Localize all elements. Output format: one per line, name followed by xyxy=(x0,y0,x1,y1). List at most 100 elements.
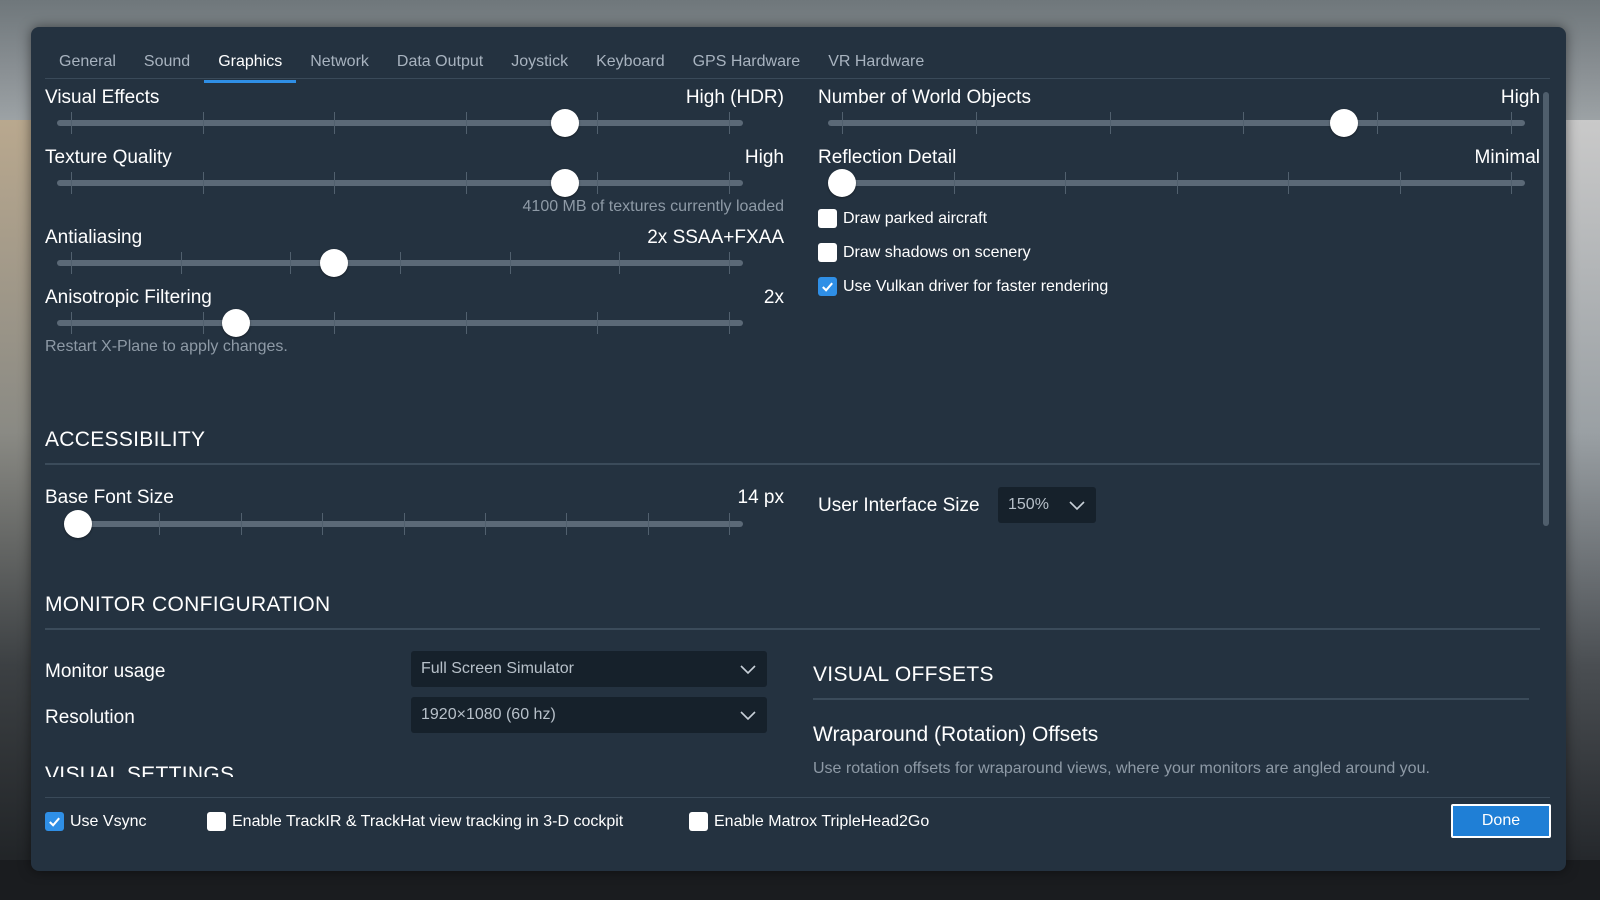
texture-quality-slider[interactable] xyxy=(57,169,743,197)
done-button[interactable]: Done xyxy=(1451,804,1551,838)
slider-tick xyxy=(465,112,467,134)
footer-divider xyxy=(45,797,1550,798)
slider-thumb[interactable] xyxy=(828,169,856,197)
trackir-checkbox[interactable]: Enable TrackIR & TrackHat view tracking … xyxy=(207,812,623,831)
visual-effects-slider[interactable] xyxy=(57,109,743,137)
slider-tick xyxy=(729,513,730,535)
wraparound-offsets-subheading: Wraparound (Rotation) Offsets xyxy=(813,723,1099,746)
slider-tick xyxy=(71,312,72,334)
scroll-content: Visual Effects High (HDR) Texture Qualit… xyxy=(31,27,1566,777)
slider-tick xyxy=(729,112,730,134)
slider-tick xyxy=(1065,172,1066,194)
anisotropic-filtering-slider[interactable] xyxy=(57,309,743,337)
visual-offsets-heading: VISUAL OFFSETS xyxy=(813,663,994,686)
slider-tick xyxy=(566,513,568,535)
reflection-detail-label: Reflection Detail xyxy=(818,147,957,168)
slider-tick xyxy=(334,172,336,194)
base-font-size-value: 14 px xyxy=(737,487,784,508)
slider-thumb[interactable] xyxy=(320,249,349,277)
slider-tick xyxy=(465,312,467,334)
vsync-label: Use Vsync xyxy=(70,812,147,830)
chevron-down-icon xyxy=(740,665,756,675)
background-scenery-right xyxy=(1560,120,1600,900)
slider-tick xyxy=(202,112,204,134)
resolution-value: 1920×1080 (60 hz) xyxy=(421,706,556,723)
checkbox-box[interactable] xyxy=(207,812,226,831)
draw-shadows-label: Draw shadows on scenery xyxy=(843,243,1031,261)
settings-dialog: General Sound Graphics Network Data Outp… xyxy=(31,27,1566,871)
world-objects-slider[interactable] xyxy=(828,109,1525,137)
slider-tick xyxy=(465,172,467,194)
scrollbar[interactable] xyxy=(1543,92,1549,526)
world-objects-label: Number of World Objects xyxy=(818,87,1031,108)
slider-tick xyxy=(71,112,72,134)
slider-tick xyxy=(202,312,204,334)
checkbox-box[interactable] xyxy=(818,209,837,228)
slider-track xyxy=(828,120,1525,126)
antialiasing-slider[interactable] xyxy=(57,249,743,277)
resolution-dropdown[interactable]: 1920×1080 (60 hz) xyxy=(411,697,767,733)
texture-memory-hint: 4100 MB of textures currently loaded xyxy=(522,198,784,215)
draw-shadows-checkbox[interactable]: Draw shadows on scenery xyxy=(818,243,1031,262)
slider-thumb[interactable] xyxy=(550,109,579,137)
slider-tick xyxy=(1399,172,1401,194)
slider-tick xyxy=(322,513,324,535)
draw-parked-aircraft-checkbox[interactable]: Draw parked aircraft xyxy=(818,209,987,228)
antialiasing-value: 2x SSAA+FXAA xyxy=(647,227,784,248)
slider-tick xyxy=(619,252,621,274)
monitor-divider xyxy=(45,628,1540,630)
matrox-label: Enable Matrox TripleHead2Go xyxy=(714,812,930,830)
ui-size-label: User Interface Size xyxy=(818,495,980,516)
slider-tick xyxy=(842,112,843,134)
checkmark-icon xyxy=(822,282,833,292)
slider-tick xyxy=(1176,172,1178,194)
chevron-down-icon xyxy=(740,711,756,721)
texture-quality-label: Texture Quality xyxy=(45,147,172,168)
texture-quality-value: High xyxy=(744,147,784,168)
vulkan-driver-checkbox[interactable]: Use Vulkan driver for faster rendering xyxy=(818,277,1108,296)
resolution-label: Resolution xyxy=(45,707,135,728)
slider-track xyxy=(57,120,743,126)
slider-tick xyxy=(202,172,204,194)
slider-tick xyxy=(729,312,730,334)
matrox-checkbox[interactable]: Enable Matrox TripleHead2Go xyxy=(689,812,929,831)
vsync-checkbox[interactable]: Use Vsync xyxy=(45,812,146,831)
slider-tick xyxy=(290,252,292,274)
trackir-label: Enable TrackIR & TrackHat view tracking … xyxy=(232,812,624,830)
reflection-detail-slider[interactable] xyxy=(828,169,1525,197)
slider-thumb[interactable] xyxy=(1329,109,1358,137)
slider-tick xyxy=(400,252,401,274)
slider-tick xyxy=(71,252,72,274)
monitor-configuration-heading: MONITOR CONFIGURATION xyxy=(45,593,331,616)
slider-thumb[interactable] xyxy=(550,169,579,197)
slider-tick xyxy=(334,312,336,334)
monitor-usage-value: Full Screen Simulator xyxy=(421,660,574,677)
slider-tick xyxy=(71,172,72,194)
restart-hint: Restart X-Plane to apply changes. xyxy=(45,338,288,355)
checkbox-box[interactable] xyxy=(45,812,64,831)
slider-thumb[interactable] xyxy=(64,510,92,538)
reflection-detail-value: Minimal xyxy=(1474,147,1540,168)
slider-tick xyxy=(953,172,955,194)
slider-tick xyxy=(597,172,599,194)
accessibility-divider xyxy=(45,463,1540,465)
chevron-down-icon xyxy=(1069,501,1085,511)
slider-tick xyxy=(729,252,730,274)
base-font-size-slider[interactable] xyxy=(64,510,743,538)
slider-tick xyxy=(484,513,486,535)
slider-thumb[interactable] xyxy=(221,309,250,337)
slider-tick xyxy=(597,312,599,334)
anisotropic-filtering-label: Anisotropic Filtering xyxy=(45,287,212,308)
slider-track xyxy=(57,320,743,326)
anisotropic-filtering-value: 2x xyxy=(763,287,784,308)
checkmark-icon xyxy=(49,817,60,827)
wraparound-offsets-description: Use rotation offsets for wraparound view… xyxy=(813,760,1430,777)
ui-size-dropdown[interactable]: 150% xyxy=(998,487,1096,523)
checkbox-box[interactable] xyxy=(818,243,837,262)
draw-parked-aircraft-label: Draw parked aircraft xyxy=(843,209,988,227)
slider-tick xyxy=(1511,172,1512,194)
ui-size-value: 150% xyxy=(1008,496,1049,513)
checkbox-box[interactable] xyxy=(818,277,837,296)
monitor-usage-dropdown[interactable]: Full Screen Simulator xyxy=(411,651,767,687)
checkbox-box[interactable] xyxy=(689,812,708,831)
